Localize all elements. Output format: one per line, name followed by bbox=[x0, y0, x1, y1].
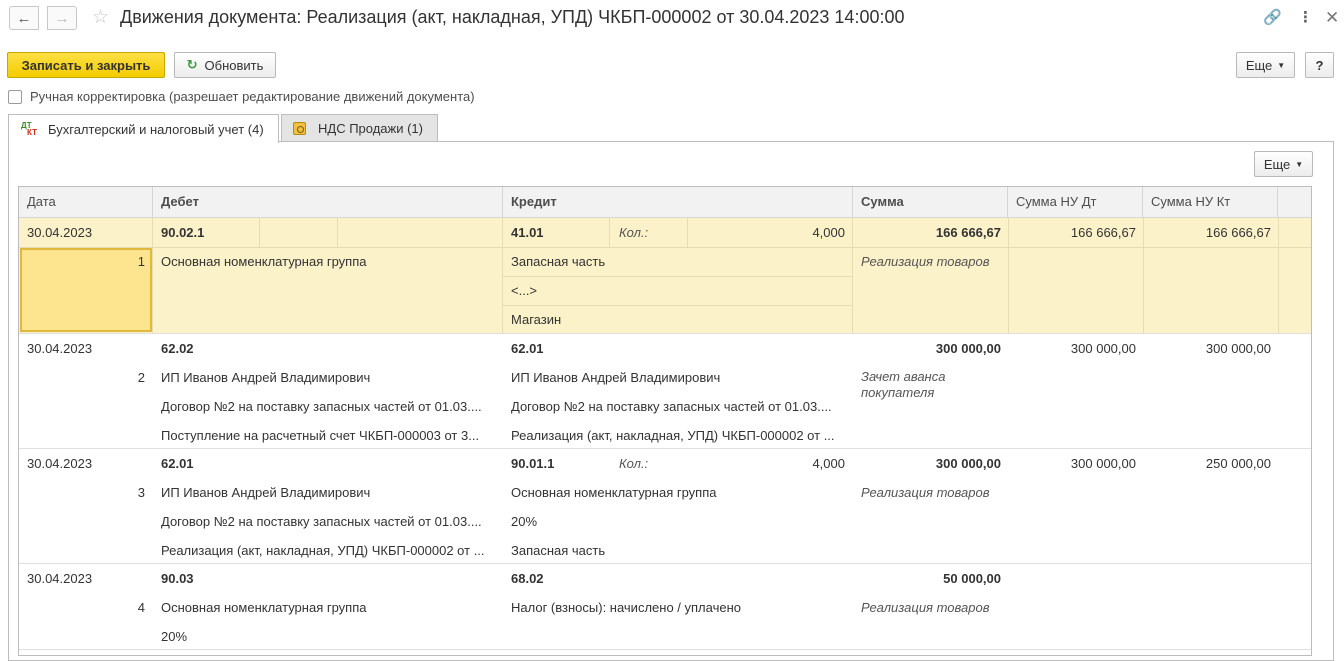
page-title: Движения документа: Реализация (акт, нак… bbox=[120, 7, 905, 27]
credit-account: 90.01.1 bbox=[511, 456, 555, 471]
date-cell: 30.04.2023 bbox=[27, 456, 93, 471]
table-row[interactable]: 30.04.2023 1 90.02.1 Основная номенклату… bbox=[19, 218, 1311, 334]
credit-subconto-2: <...> bbox=[511, 283, 538, 298]
credit-subconto-2: Договор №2 на поставку запасных частей о… bbox=[511, 399, 832, 414]
manual-correction-row[interactable]: Ручная корректировка (разрешает редактир… bbox=[8, 89, 475, 104]
table-row[interactable]: 30.04.2023 2 62.02 ИП Иванов Андрей Влад… bbox=[19, 334, 1311, 449]
credit-subconto-1: Налог (взносы): начислено / уплачено bbox=[511, 600, 741, 615]
sum-nu-dt-cell bbox=[1014, 564, 1136, 593]
more-label: Еще bbox=[1245, 57, 1273, 73]
sum-nu-dt-cell: 300 000,00 bbox=[1070, 341, 1136, 356]
credit-subconto-1: ИП Иванов Андрей Владимирович bbox=[511, 370, 721, 385]
back-button[interactable]: ← bbox=[9, 6, 39, 30]
credit-account: 41.01 bbox=[511, 225, 544, 240]
debit-subconto-2: Договор №2 на поставку запасных частей о… bbox=[161, 514, 482, 529]
header-debit[interactable]: Дебет bbox=[153, 187, 503, 218]
more-button[interactable]: Еще ▼ bbox=[1236, 52, 1295, 78]
tab-vat-sales[interactable]: НДС Продажи (1) bbox=[281, 114, 438, 142]
tab-vat-sales-label: НДС Продажи (1) bbox=[318, 121, 423, 136]
dt-kt-icon: ДТ КТ bbox=[21, 121, 37, 137]
manual-correction-label: Ручная корректировка (разрешает редактир… bbox=[30, 89, 475, 104]
table-header: Дата Дебет Кредит Сумма Сумма НУ Дт Сумм… bbox=[19, 187, 1311, 218]
credit-qty: 4,000 bbox=[812, 456, 845, 471]
sum-nu-kt-cell: 166 666,67 bbox=[1205, 225, 1271, 240]
arrow-left-icon: ← bbox=[16, 9, 32, 27]
date-cell: 30.04.2023 bbox=[27, 225, 93, 240]
refresh-button[interactable]: ↻ Обновить bbox=[174, 52, 276, 78]
sum-cell: 50 000,00 bbox=[943, 571, 1001, 586]
kebab-menu-icon[interactable]: ⋮ bbox=[1298, 8, 1313, 28]
refresh-icon: ↻ bbox=[186, 57, 198, 72]
credit-qty-label: Кол.: bbox=[619, 225, 649, 240]
credit-subconto-3: Реализация (акт, накладная, УПД) ЧКБП-00… bbox=[511, 428, 835, 443]
credit-subconto-1: Основная номенклатурная группа bbox=[511, 485, 717, 500]
table-row[interactable]: 30.04.2023 4 90.03 Основная номенклатурн… bbox=[19, 564, 1311, 655]
tab-accounting-label: Бухгалтерский и налоговый учет (4) bbox=[48, 121, 264, 137]
row-number: 1 bbox=[137, 254, 145, 269]
header-sum-nu-dt[interactable]: Сумма НУ Дт bbox=[1008, 187, 1143, 218]
header-sum-nu-kt[interactable]: Сумма НУ Кт bbox=[1143, 187, 1278, 218]
debit-subconto-2: 20% bbox=[161, 629, 188, 644]
star-icon[interactable]: ☆ bbox=[92, 6, 109, 30]
row-number: 4 bbox=[137, 600, 145, 615]
link-icon[interactable]: 🔗 bbox=[1263, 8, 1282, 28]
debit-subconto-3: Поступление на расчетный счет ЧКБП-00000… bbox=[161, 428, 480, 443]
credit-qty: 4,000 bbox=[812, 225, 845, 240]
manual-correction-checkbox[interactable] bbox=[8, 89, 22, 104]
date-cell: 30.04.2023 bbox=[27, 571, 93, 586]
content-cell: Реализация товаров bbox=[861, 254, 990, 269]
debit-account: 90.02.1 bbox=[161, 225, 205, 240]
arrow-right-icon: → bbox=[54, 9, 70, 27]
chevron-down-icon: ▼ bbox=[1277, 60, 1286, 70]
debit-subconto-3: Реализация (акт, накладная, УПД) ЧКБП-00… bbox=[161, 543, 485, 558]
vat-register-icon bbox=[293, 122, 306, 135]
debit-subconto-1: ИП Иванов Андрей Владимирович bbox=[161, 370, 371, 385]
content-cell: Зачет аванса покупателя bbox=[861, 369, 946, 400]
save-and-close-button[interactable]: Записать и закрыть bbox=[7, 52, 165, 78]
credit-subconto-1: Запасная часть bbox=[511, 254, 606, 269]
help-button[interactable]: ? bbox=[1305, 52, 1334, 78]
credit-subconto-3: Магазин bbox=[511, 312, 562, 327]
date-cell: 30.04.2023 bbox=[27, 341, 93, 356]
table-more-button[interactable]: Еще ▼ bbox=[1254, 151, 1313, 177]
sum-cell: 166 666,67 bbox=[935, 225, 1001, 240]
table-row[interactable]: 30.04.2023 3 62.01 ИП Иванов Андрей Влад… bbox=[19, 449, 1311, 564]
row-number: 3 bbox=[137, 485, 145, 500]
credit-account: 68.02 bbox=[511, 571, 544, 586]
sum-nu-kt-cell: 300 000,00 bbox=[1205, 341, 1271, 356]
sum-nu-dt-cell: 166 666,67 bbox=[1070, 225, 1136, 240]
row-number: 2 bbox=[137, 370, 145, 385]
tab-accounting[interactable]: ДТ КТ Бухгалтерский и налоговый учет (4) bbox=[8, 114, 279, 143]
refresh-label: Обновить bbox=[204, 57, 264, 73]
sum-nu-kt-cell: 250 000,00 bbox=[1205, 456, 1271, 471]
sum-cell: 300 000,00 bbox=[935, 456, 1001, 471]
credit-account: 62.01 bbox=[511, 341, 544, 356]
header-date[interactable]: Дата bbox=[19, 187, 153, 218]
debit-subconto-1: Основная номенклатурная группа bbox=[161, 254, 367, 269]
table-more-label: Еще bbox=[1263, 156, 1291, 172]
debit-account: 90.03 bbox=[161, 571, 194, 586]
title-bar: ← → ☆ Движения документа: Реализация (ак… bbox=[0, 0, 1344, 38]
content-cell: Реализация товаров bbox=[861, 600, 990, 615]
forward-button[interactable]: → bbox=[47, 6, 77, 30]
credit-qty-label: Кол.: bbox=[619, 456, 649, 471]
credit-subconto-2: 20% bbox=[511, 514, 538, 529]
sum-nu-kt-cell bbox=[1149, 564, 1271, 593]
postings-table[interactable]: Дата Дебет Кредит Сумма Сумма НУ Дт Сумм… bbox=[18, 186, 1312, 656]
close-icon[interactable]: ✕ bbox=[1325, 8, 1339, 28]
sum-cell: 300 000,00 bbox=[935, 341, 1001, 356]
debit-account: 62.02 bbox=[161, 341, 194, 356]
chevron-down-icon: ▼ bbox=[1295, 159, 1304, 169]
credit-subconto-3: Запасная часть bbox=[511, 543, 606, 558]
debit-account: 62.01 bbox=[161, 456, 194, 471]
debit-subconto-1: Основная номенклатурная группа bbox=[161, 600, 367, 615]
content-cell: Реализация товаров bbox=[861, 485, 990, 500]
header-credit[interactable]: Кредит bbox=[503, 187, 853, 218]
sum-nu-dt-cell: 300 000,00 bbox=[1070, 456, 1136, 471]
debit-subconto-1: ИП Иванов Андрей Владимирович bbox=[161, 485, 371, 500]
header-sum[interactable]: Сумма bbox=[853, 187, 1008, 218]
debit-subconto-2: Договор №2 на поставку запасных частей о… bbox=[161, 399, 482, 414]
